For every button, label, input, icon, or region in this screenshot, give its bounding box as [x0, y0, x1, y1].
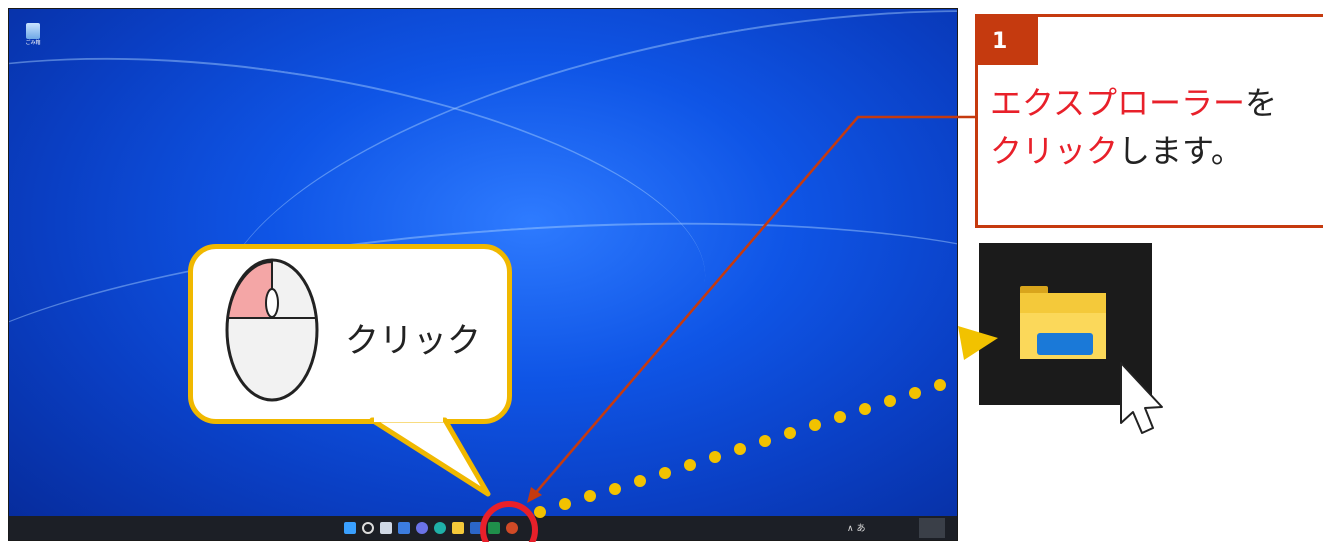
word-icon[interactable] — [470, 522, 482, 534]
instruction-callout: 1 エクスプローラーを クリックします。 — [975, 14, 1323, 228]
widgets-icon[interactable] — [398, 522, 410, 534]
file-explorer-icon[interactable] — [452, 522, 464, 534]
click-highlight: クリック — [990, 132, 1119, 170]
excel-icon[interactable] — [488, 522, 500, 534]
clock-area[interactable] — [919, 518, 945, 538]
tray-indicators[interactable]: ∧ あ — [847, 521, 865, 534]
zoomed-explorer-icon — [979, 243, 1152, 405]
task-view-icon[interactable] — [380, 522, 392, 534]
recycle-bin-label: ごみ箱 — [25, 40, 41, 46]
instruction-ending: します。 — [1118, 132, 1243, 170]
recycle-bin-icon[interactable]: ごみ箱 — [23, 23, 43, 51]
start-icon[interactable] — [344, 522, 356, 534]
instruction-particle: を — [1245, 84, 1278, 122]
bubble-label: クリック — [345, 321, 481, 361]
search-icon[interactable] — [362, 522, 374, 534]
explorer-highlight: エクスプローラー — [990, 84, 1246, 122]
edge-icon[interactable] — [434, 522, 446, 534]
step-number-badge: 1 — [978, 17, 1038, 65]
powerpoint-icon[interactable] — [506, 522, 518, 534]
instruction-text: エクスプローラーを クリックします。 — [990, 79, 1277, 175]
taskbar: ∧ あ — [9, 516, 957, 540]
chat-icon[interactable] — [416, 522, 428, 534]
click-speech-bubble: クリック — [188, 244, 512, 424]
